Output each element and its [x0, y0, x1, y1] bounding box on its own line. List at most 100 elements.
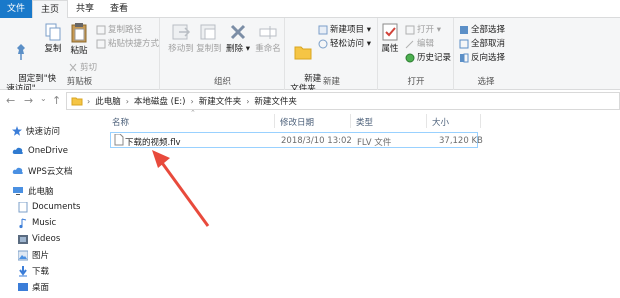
history-icon — [405, 53, 415, 63]
new-item-icon — [318, 25, 328, 35]
address-bar[interactable]: › 此电脑 › 本地磁盘 (E:) › 新建文件夹 › 新建文件夹 — [66, 92, 620, 110]
edit-button[interactable]: 编辑 — [405, 38, 434, 50]
delete-x-icon — [230, 24, 246, 40]
forward-arrow-icon[interactable]: → — [24, 94, 33, 107]
properties-button[interactable]: 属性 — [379, 22, 401, 54]
navigation-pane: 快速访问 OneDrive WPS云文档 此电脑 Documents Music… — [0, 114, 100, 298]
chevron-down-icon[interactable]: ⌄ — [40, 94, 47, 103]
file-list: ⌃ 名称 修改日期 类型 大小 下载的视频.flv 2018/3/10 13:0… — [100, 109, 620, 298]
select-all-button[interactable]: 全部选择 — [459, 24, 505, 36]
file-row[interactable]: 下载的视频.flv 2018/3/10 13:02 FLV 文件 37,120 … — [110, 132, 483, 148]
new-item-button[interactable]: 新建项目 ▾ — [318, 24, 371, 36]
tab-file[interactable]: 文件 — [0, 0, 32, 18]
back-arrow-icon[interactable]: ← — [6, 94, 15, 107]
nav-onedrive-label: OneDrive — [28, 146, 68, 156]
breadcrumb-folder[interactable]: 新建文件夹 — [199, 95, 242, 107]
history-button[interactable]: 历史记录 — [405, 52, 451, 64]
column-header-size[interactable]: 大小 — [432, 116, 449, 128]
nav-this-pc[interactable]: 此电脑 — [12, 184, 54, 198]
cut-label: 剪切 — [80, 63, 98, 73]
paste-shortcut-icon — [96, 39, 106, 49]
column-header-date[interactable]: 修改日期 — [280, 116, 314, 128]
column-divider[interactable] — [426, 114, 427, 128]
easy-access-button[interactable]: 轻松访问 ▾ — [318, 38, 371, 50]
easy-access-icon — [318, 39, 328, 49]
chevron-down-icon: ▾ — [434, 25, 441, 35]
folder-icon — [294, 46, 312, 60]
desktop-icon — [18, 282, 28, 291]
invert-selection-icon — [460, 53, 469, 63]
tab-home[interactable]: 主页 — [32, 0, 69, 19]
nav-wps-cloud[interactable]: WPS云文档 — [12, 164, 72, 178]
nav-documents[interactable]: Documents — [18, 200, 80, 214]
clipboard-group: 固定到"快 速访问" 复制 粘贴 复制路径 粘贴快捷方式 剪切 剪贴板 — [0, 18, 160, 94]
nav-onedrive[interactable]: OneDrive — [12, 144, 68, 158]
select-none-button[interactable]: 全部取消 — [459, 38, 505, 50]
nav-downloads-label: 下载 — [32, 267, 50, 277]
copy-path-label: 复制路径 — [108, 25, 143, 35]
up-arrow-icon[interactable]: ↑ — [52, 94, 61, 107]
organize-group: 移动到 复制到 删除 ▾ 重命名 组织 — [161, 18, 285, 90]
tab-view[interactable]: 查看 — [102, 0, 136, 18]
breadcrumb-separator: › — [125, 96, 129, 106]
nav-desktop[interactable]: 桌面 — [18, 280, 49, 294]
rename-button[interactable]: 重命名 — [253, 22, 283, 54]
organize-group-label: 组织 — [213, 77, 231, 87]
annotation-arrow — [152, 150, 210, 227]
cloud-icon — [12, 167, 23, 174]
copy-path-icon — [96, 25, 106, 35]
clipboard-icon — [71, 23, 87, 43]
paste-button[interactable]: 粘贴 — [66, 22, 92, 56]
nav-quick-access-label: 快速访问 — [26, 127, 61, 137]
breadcrumb-separator: › — [190, 96, 194, 106]
paste-label: 粘贴 — [70, 46, 88, 56]
breadcrumb-this-pc[interactable]: 此电脑 — [95, 95, 121, 107]
paste-shortcut-button[interactable]: 粘贴快捷方式 — [96, 38, 159, 50]
delete-label: 删除 — [226, 44, 244, 54]
nav-pictures[interactable]: 图片 — [18, 248, 49, 262]
tab-share[interactable]: 共享 — [68, 0, 102, 18]
ribbon: 固定到"快 速访问" 复制 粘贴 复制路径 粘贴快捷方式 剪切 剪贴板 移动到 … — [0, 18, 620, 94]
rename-label: 重命名 — [255, 44, 281, 54]
invert-selection-button[interactable]: 反向选择 — [459, 52, 505, 64]
picture-icon — [18, 250, 28, 260]
copy-path-button[interactable]: 复制路径 — [96, 24, 142, 36]
new-item-label: 新建项目 — [330, 25, 365, 35]
edit-label: 编辑 — [417, 39, 435, 49]
copy-button[interactable]: 复制 — [40, 22, 66, 54]
breadcrumb-current-folder[interactable]: 新建文件夹 — [254, 95, 297, 107]
nav-videos[interactable]: Videos — [18, 232, 60, 246]
nav-music-label: Music — [32, 218, 57, 228]
move-to-icon — [172, 24, 191, 40]
nav-desktop-label: 桌面 — [32, 283, 50, 293]
column-header-type[interactable]: 类型 — [356, 116, 373, 128]
column-divider[interactable] — [350, 114, 351, 128]
open-button[interactable]: 打开 ▾ — [405, 24, 441, 36]
breadcrumb-local-disk[interactable]: 本地磁盘 (E:) — [134, 95, 186, 107]
column-divider[interactable] — [274, 114, 275, 128]
file-size: 37,120 KB — [439, 136, 483, 146]
new-group-label: 新建 — [322, 77, 340, 87]
breadcrumb-separator: › — [246, 96, 250, 106]
move-to-button[interactable]: 移动到 — [167, 22, 195, 54]
paste-shortcut-label: 粘贴快捷方式 — [108, 39, 160, 49]
nav-downloads[interactable]: 下载 — [18, 264, 49, 278]
delete-button[interactable]: 删除 ▾ — [225, 22, 251, 54]
file-type: FLV 文件 — [357, 138, 392, 148]
history-label: 历史记录 — [417, 53, 452, 63]
nav-music[interactable]: Music — [18, 216, 56, 230]
copy-to-icon — [200, 24, 216, 40]
select-group-label: 选择 — [477, 77, 495, 87]
ribbon-tab-bar: 文件 主页 共享 查看 — [0, 0, 620, 19]
open-group: 属性 打开 ▾ 编辑 历史记录 打开 — [379, 18, 454, 90]
column-divider[interactable] — [480, 114, 481, 128]
chevron-down-icon: ▾ — [245, 44, 250, 54]
select-none-icon — [459, 39, 469, 49]
copy-to-button[interactable]: 复制到 — [195, 22, 223, 54]
cut-button[interactable]: 剪切 — [68, 62, 97, 74]
star-icon — [12, 126, 22, 136]
nav-quick-access[interactable]: 快速访问 — [12, 124, 60, 138]
column-header-name[interactable]: 名称 — [112, 116, 129, 128]
music-note-icon — [19, 218, 27, 228]
copy-label: 复制 — [44, 44, 62, 54]
